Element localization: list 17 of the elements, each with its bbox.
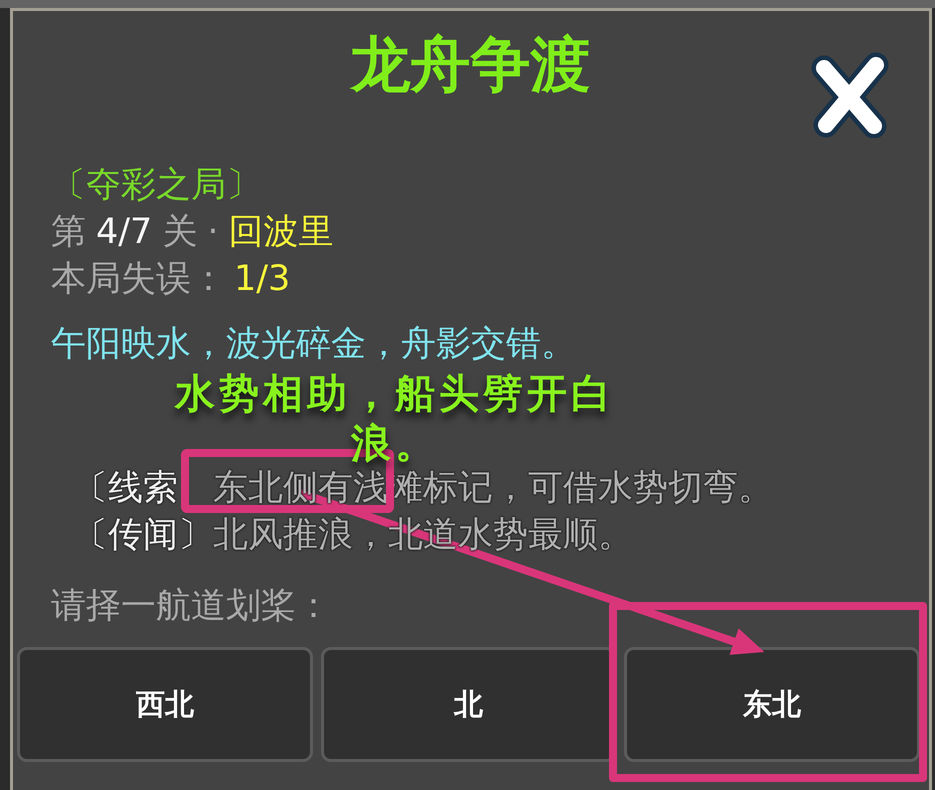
mistakes-label: 本局失误： xyxy=(51,258,226,301)
scene-description: 午阳映水，波光碎金，舟影交错。 xyxy=(51,323,576,366)
mistakes-count: 1/3 xyxy=(234,258,290,301)
round-title: 〔夺彩之局〕 xyxy=(51,164,261,207)
hint-label: 〔传闻〕 xyxy=(73,514,213,557)
stage-name: 回波里 xyxy=(228,211,334,254)
hint-label: 〔线索 xyxy=(73,467,179,510)
route-button[interactable]: 西北 xyxy=(17,647,313,762)
stage-label: 第 xyxy=(51,211,86,254)
close-button[interactable] xyxy=(810,52,890,138)
separator-dot: · xyxy=(207,211,218,254)
choice-prompt: 请择一航道划桨： xyxy=(51,585,331,628)
close-icon xyxy=(810,52,890,138)
stage-number: 4/7 xyxy=(96,211,152,254)
dialog-title: 龙舟争渡 xyxy=(350,33,590,97)
route-button[interactable]: 东北 xyxy=(624,647,920,762)
stage-label: 关 xyxy=(162,211,198,254)
